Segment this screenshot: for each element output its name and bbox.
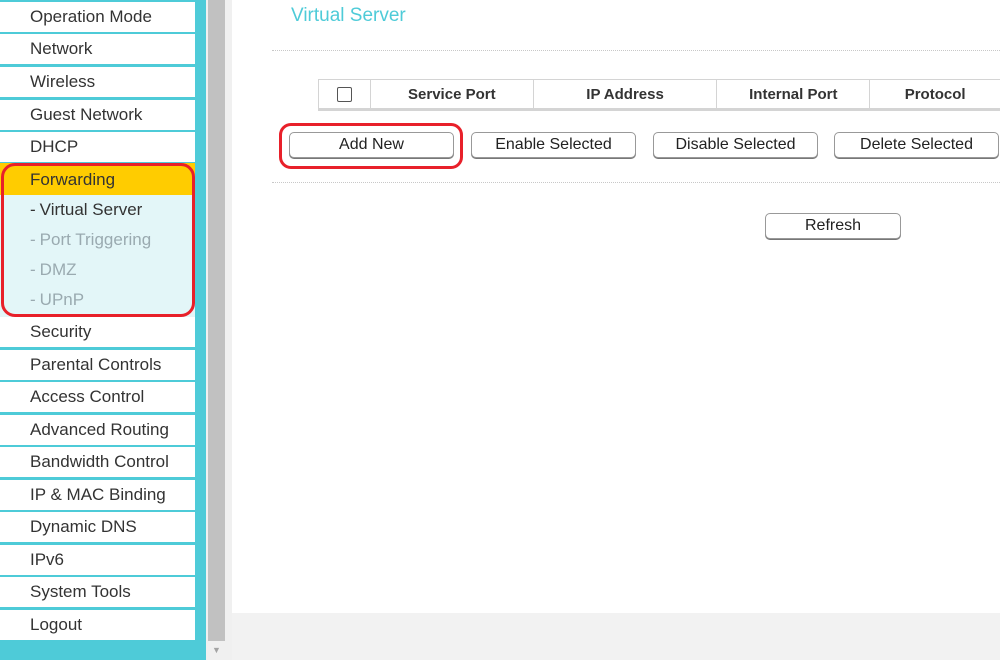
sidebar-item-parental-controls[interactable]: Parental Controls [0,350,195,380]
column-header-protocol: Protocol [904,85,966,103]
sidebar-subitem-label: UPnP [39,290,85,309]
sidebar-item-forwarding[interactable]: Forwarding [0,163,195,195]
sidebar-item-wireless[interactable]: Wireless [0,67,195,97]
refresh-button[interactable]: Refresh [765,213,901,239]
divider [272,50,1000,51]
sidebar-item-guest-network[interactable]: Guest Network [0,100,195,130]
sidebar-item-system-tools[interactable]: System Tools [0,577,195,607]
divider [272,182,1000,183]
enable-selected-button[interactable]: Enable Selected [471,132,636,158]
sidebar-subitem-dmz[interactable]: - DMZ [0,255,195,285]
sidebar-item-security[interactable]: Security [0,317,195,347]
sidebar-subitem-label: DMZ [39,260,77,279]
page-title: Virtual Server [291,5,406,26]
sidebar-item-access-control[interactable]: Access Control [0,382,195,412]
scroll-down-arrow-icon[interactable]: ▼ [210,644,223,656]
sidebar-subitem-upnp[interactable]: - UPnP [0,285,195,315]
column-header-service-port: Service Port [371,80,534,108]
footer-band [232,613,1000,660]
sidebar-subitem-label: Port Triggering [39,230,152,249]
sidebar-item-logout[interactable]: Logout [0,610,195,640]
dash: - [30,230,36,249]
sidebar-subitem-port-triggering[interactable]: - Port Triggering [0,225,195,255]
sidebar-subitem-virtual-server[interactable]: - Virtual Server [0,195,195,225]
dash: - [30,260,36,279]
sidebar-item-operation-mode[interactable]: Operation Mode [0,2,195,32]
forwarding-group: Forwarding - Virtual Server - Port Trigger… [0,163,195,319]
dash: - [30,200,36,219]
column-header-ip-address: IP Address [534,80,718,108]
dash: - [30,290,36,309]
sidebar-subitem-label: Virtual Server [39,200,143,219]
delete-selected-button[interactable]: Delete Selected [834,132,999,158]
disable-selected-button[interactable]: Disable Selected [653,132,818,158]
scrollbar-thumb[interactable] [208,0,225,641]
column-header-internal-port: Internal Port [717,80,871,108]
sidebar: Operation Mode Network Wireless Guest Ne… [0,0,206,660]
sidebar-item-ip-mac-binding[interactable]: IP & MAC Binding [0,480,195,510]
virtual-server-table-header: Service Port IP Address Internal Port Pr… [318,79,1000,111]
select-all-checkbox[interactable] [336,86,352,102]
select-all-cell [319,80,371,108]
sidebar-item-dhcp[interactable]: DHCP [0,132,195,162]
sidebar-item-advanced-routing[interactable]: Advanced Routing [0,415,195,445]
sidebar-item-network[interactable]: Network [0,34,195,64]
add-new-button[interactable]: Add New [289,132,454,158]
sidebar-item-ipv6[interactable]: IPv6 [0,545,195,575]
sidebar-item-dynamic-dns[interactable]: Dynamic DNS [0,512,195,542]
sidebar-item-bandwidth-control[interactable]: Bandwidth Control [0,447,195,477]
